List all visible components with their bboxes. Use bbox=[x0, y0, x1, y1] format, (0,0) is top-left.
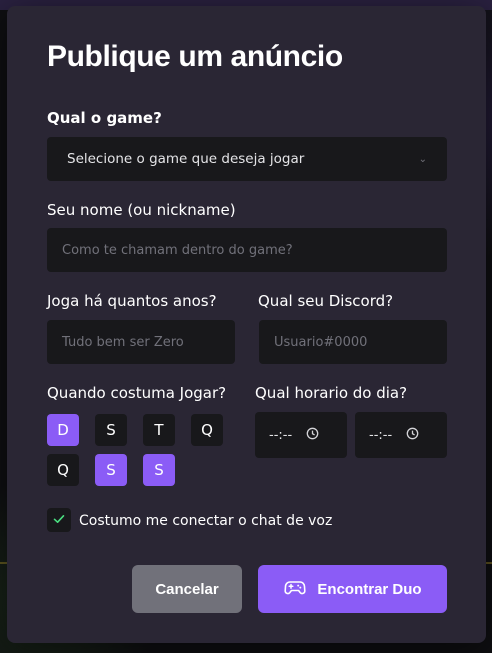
hours-label: Qual horario do dia? bbox=[255, 384, 408, 402]
game-select[interactable]: Selecione o game que deseja jogar ⌄ bbox=[47, 137, 447, 181]
weekday-toggle-monday[interactable]: S bbox=[95, 414, 127, 446]
modal-title: Publique um anúncio bbox=[47, 40, 343, 73]
game-label: Qual o game? bbox=[47, 109, 162, 127]
check-icon bbox=[52, 511, 66, 530]
years-label: Joga há quantos anos? bbox=[47, 292, 217, 310]
voice-chat-label: Costumo me conectar o chat de voz bbox=[79, 513, 333, 529]
weekday-toggle-tuesday[interactable]: T bbox=[143, 414, 175, 446]
game-select-value: Selecione o game que deseja jogar bbox=[67, 151, 305, 167]
hour-start-input[interactable]: --:-- bbox=[255, 412, 347, 458]
name-label: Seu nome (ou nickname) bbox=[47, 201, 236, 219]
clock-icon[interactable] bbox=[406, 427, 419, 444]
name-input-placeholder: Como te chamam dentro do game? bbox=[62, 242, 293, 258]
weekday-toggle-saturday[interactable]: S bbox=[143, 454, 175, 486]
hour-start-value: --:-- bbox=[269, 427, 293, 443]
hour-end-input[interactable]: --:-- bbox=[355, 412, 447, 458]
weekday-toggle-sunday[interactable]: D bbox=[47, 414, 79, 446]
name-input[interactable]: Como te chamam dentro do game? bbox=[47, 228, 447, 272]
discord-input[interactable]: Usuario#0000 bbox=[259, 320, 447, 364]
find-duo-button[interactable]: Encontrar Duo bbox=[258, 565, 447, 613]
weekday-toggle-thursday[interactable]: Q bbox=[47, 454, 79, 486]
days-label: Quando costuma Jogar? bbox=[47, 384, 227, 402]
voice-chat-checkbox[interactable] bbox=[47, 508, 71, 532]
clock-icon[interactable] bbox=[306, 427, 319, 444]
weekday-toggle-wednesday[interactable]: Q bbox=[191, 414, 223, 446]
years-input[interactable]: Tudo bem ser Zero bbox=[47, 320, 235, 364]
create-ad-modal: Publique um anúncio Qual o game? Selecio… bbox=[7, 6, 486, 643]
cancel-button[interactable]: Cancelar bbox=[132, 565, 242, 613]
discord-label: Qual seu Discord? bbox=[258, 292, 394, 310]
years-input-placeholder: Tudo bem ser Zero bbox=[62, 334, 184, 350]
hour-end-value: --:-- bbox=[369, 427, 393, 443]
cancel-button-label: Cancelar bbox=[155, 580, 219, 598]
weekday-toggle-friday[interactable]: S bbox=[95, 454, 127, 486]
find-duo-button-label: Encontrar Duo bbox=[317, 580, 422, 598]
discord-input-placeholder: Usuario#0000 bbox=[274, 334, 368, 350]
game-controller-icon bbox=[283, 575, 317, 603]
chevron-down-icon: ⌄ bbox=[418, 153, 427, 165]
